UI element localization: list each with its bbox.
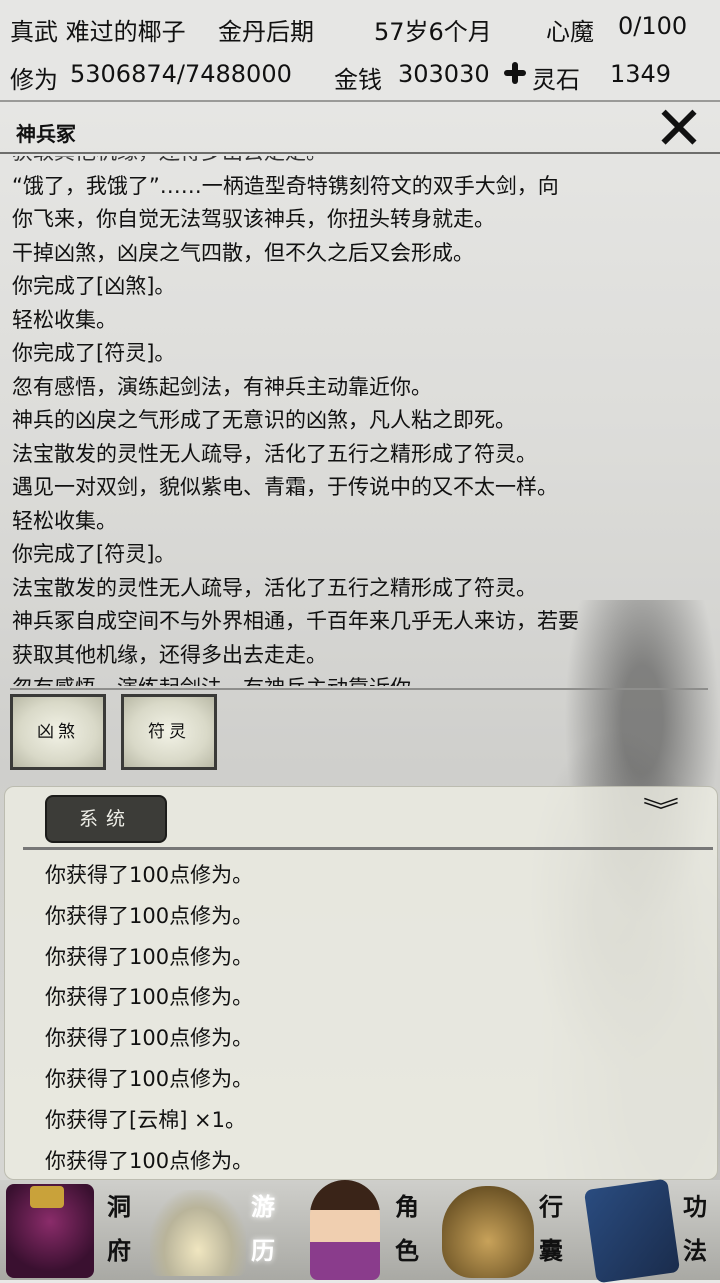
spirit-stone-icon [504,60,526,88]
nav-label-bag-1: 行 [539,1193,563,1221]
log-line: 你完成了[符灵]。 [12,542,176,566]
log-line: 获取其他机缘，还得多出去走走。 [12,642,327,667]
system-message-list[interactable]: 你获得了100点修为。 你获得了100点修为。 你获得了100点修为。 你获得了… [45,855,685,1181]
money-value: 303030 [398,60,490,88]
character-name: 真武 难过的椰子 [10,18,186,46]
cultivation-label: 修为 [10,66,58,94]
list-item: 你获得了100点修为。 [45,1026,254,1051]
log-line: 忽有感悟，演练起剑法，有神兵主动靠近你。 [12,672,712,686]
nav-label-character-2: 色 [395,1237,419,1265]
divider [23,847,713,850]
log-line: 干掉凶煞，凶戾之气四散，但不久之后又会形成。 [12,240,474,265]
realm-label: 金丹后期 [218,18,314,46]
list-item: 你获得了100点修为。 [45,944,254,969]
event-log[interactable]: 获取其他机缘，还得多出去走走。 “饿了，我饿了”……一柄造型奇特镌刻符文的双手大… [12,156,712,686]
close-x-icon[interactable]: ✕ [652,99,706,159]
nav-label-character-1: 角 [395,1193,419,1221]
log-line: “饿了，我饿了”……一柄造型奇特镌刻符文的双手大剑，向 [12,173,559,198]
skill-books-icon [583,1178,681,1283]
choice-button-xiongsha[interactable]: 凶煞 [10,694,106,770]
log-line: 你完成了[凶煞]。 [12,274,176,298]
nav-label-travel-1: 游 [251,1193,275,1221]
log-line: 神兵的凶戾之气形成了无意识的凶煞，凡人粘之即死。 [12,408,516,432]
list-item: 你获得了100点修为。 [45,985,254,1010]
heart-demon-label: 心魔 [546,18,594,46]
list-item: 你获得了100点修为。 [45,1066,254,1091]
log-line: 遇见一对双剑，貌似紫电、青霜，于传说中的又不太一样。 [12,475,558,499]
spirit-stone-label: 灵石 [532,66,580,94]
travel-grass-icon [150,1190,246,1276]
list-item: 你获得了100点修为。 [45,863,254,887]
nav-label-cave-2: 府 [107,1237,131,1265]
divider [0,152,720,154]
nav-label-cave-1: 洞 [107,1193,131,1221]
divider [10,688,708,690]
list-item: 你获得了100点修为。 [45,1148,254,1173]
nav-item-travel[interactable]: 游 历 [144,1180,288,1280]
status-bar: 真武 难过的椰子 金丹后期 57岁6个月 心魔 0/100 修为 5306874… [0,0,720,102]
nav-label-skills-1: 功 [683,1193,707,1221]
event-title: 神兵冢 [16,122,76,146]
cultivation-value: 5306874/7488000 [70,60,292,88]
character-portrait-icon [310,1180,380,1280]
nav-item-cave[interactable]: 洞 府 [0,1180,144,1280]
nav-label-bag-2: 囊 [539,1237,563,1265]
log-line: 法宝散发的灵性无人疏导，活化了五行之精形成了符灵。 [12,441,537,466]
bottom-nav: 洞 府 游 历 角 色 行 囊 功 法 [0,1178,720,1283]
double-chevron-down-icon[interactable]: ︾ [633,797,689,827]
nav-item-character[interactable]: 角 色 [288,1180,432,1280]
list-item: 你获得了[云棉] ×1。 [45,1107,247,1132]
log-line: 法宝散发的灵性无人疏导，活化了五行之精形成了符灵。 [12,575,537,600]
cave-sign-icon [30,1186,64,1208]
log-line: 轻松收集。 [12,307,117,332]
system-panel: 系统 ︾ 你获得了100点修为。 你获得了100点修为。 你获得了100点修为。… [4,786,718,1180]
log-line: 你飞来，你自觉无法驾驭该神兵，你扭头转身就走。 [12,207,495,231]
choice-button-fuling[interactable]: 符灵 [121,694,217,770]
tab-system[interactable]: 系统 [45,795,167,843]
log-line: 忽有感悟，演练起剑法，有神兵主动靠近你。 [12,374,432,399]
log-line: 获取其他机缘，还得多出去走走。 [12,156,712,170]
nav-label-skills-2: 法 [683,1237,707,1265]
bag-icon [442,1186,534,1278]
nav-item-bag[interactable]: 行 囊 [432,1180,576,1280]
log-line: 轻松收集。 [12,508,117,533]
log-line: 你完成了[符灵]。 [12,341,176,365]
log-line: 神兵冢自成空间不与外界相通，千百年来几乎无人来访，若要 [12,609,579,633]
spirit-stone-value: 1349 [610,60,672,88]
list-item: 你获得了100点修为。 [45,903,254,928]
age-label: 57岁6个月 [374,18,492,46]
heart-demon-value: 0/100 [618,12,688,40]
nav-label-travel-2: 历 [251,1237,275,1265]
money-label: 金钱 [334,66,382,94]
nav-item-skills[interactable]: 功 法 [576,1178,720,1283]
